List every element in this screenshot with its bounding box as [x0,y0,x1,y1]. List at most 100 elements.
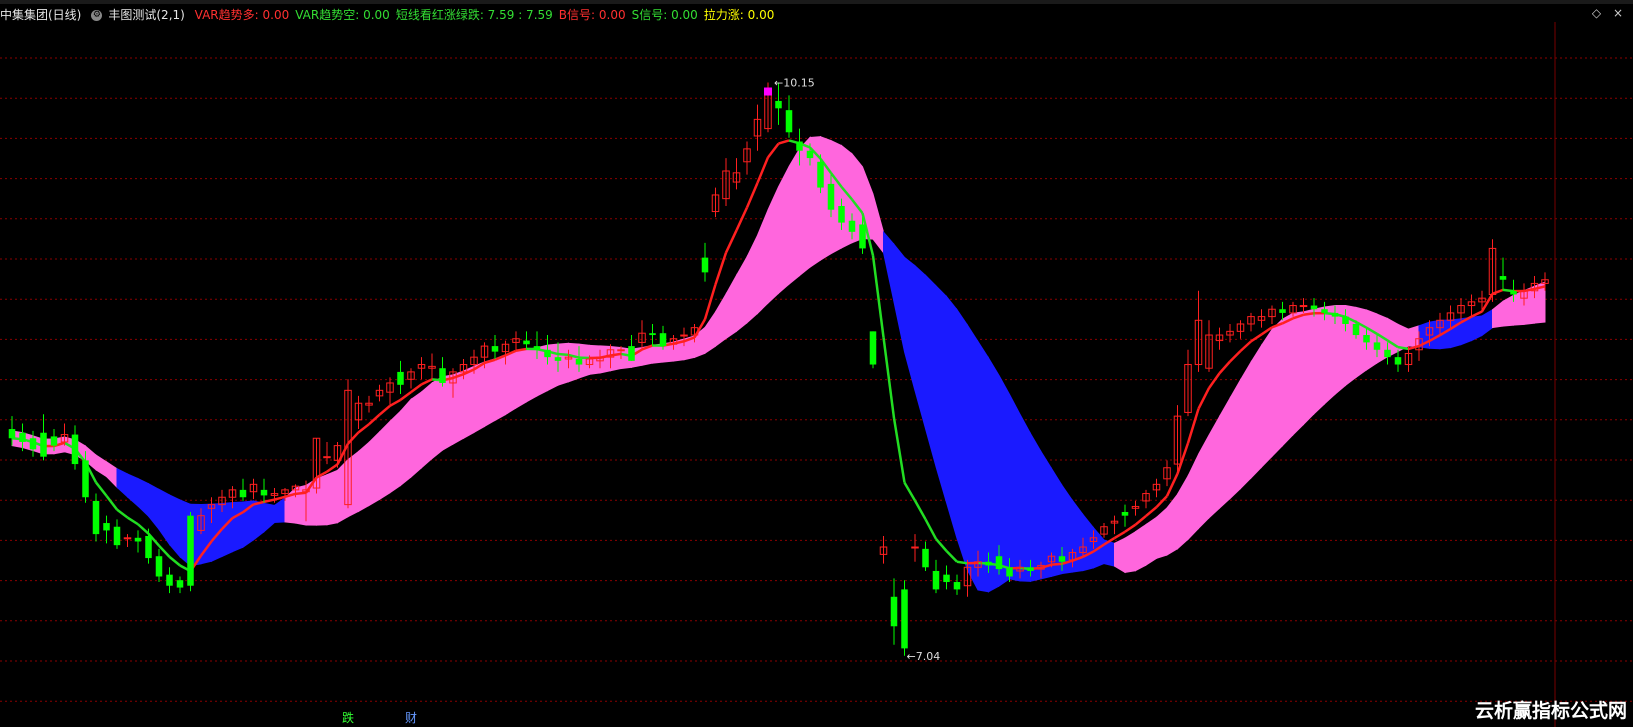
trend-band-segment [914,264,926,429]
trend-band-segment [442,374,454,451]
candle-body [260,489,268,496]
trend-band-segment [127,473,139,508]
candle-body [176,580,184,588]
trend-band-segment [1240,360,1252,490]
trend-band-segment [1429,319,1441,350]
candle-body [838,206,845,223]
trend-line-segment [1124,523,1137,533]
candle-body [1279,309,1286,313]
trend-band-segment [872,193,884,255]
candle-body [775,100,782,109]
trend-band-segment [1303,308,1315,426]
trend-line-segment [1197,387,1211,410]
trend-band-segment [221,501,233,558]
trend-band-segment [799,136,811,277]
trend-band-segment [767,186,779,305]
candle-body [166,574,173,586]
trend-band-segment [400,398,412,487]
candle-body [8,429,16,439]
candle-body [1331,312,1339,317]
trend-band-segment [1208,414,1220,519]
candle-body [901,589,908,649]
candle-body [806,150,814,159]
trend-band-segment [484,358,496,428]
candlestick-chart[interactable]: ←10.15 ←7.04 跌 财 [0,0,1633,727]
trend-line-segment [295,491,307,496]
trend-band-segment [736,254,748,333]
trend-band-segment [998,375,1010,588]
trend-band-segment [274,497,286,524]
candle-body [103,523,110,531]
trend-line-segment [378,404,391,416]
candle-body [1310,305,1318,310]
candle-body [491,346,499,352]
trend-line-segment [105,495,118,511]
candle-body [92,500,100,535]
candle-body [785,110,793,133]
candle-body [439,368,446,383]
trend-band-segment [1009,394,1021,582]
candle-body [155,556,163,577]
trend-band-segment [1187,454,1199,541]
trend-band-segment [1145,516,1157,567]
candle-body [659,333,667,347]
candle-body [523,340,530,345]
bottom-label-0: 跌 [342,710,354,725]
trend-band-segment [1166,492,1178,556]
candle-body [701,257,709,273]
trend-line-segment [410,383,423,394]
trend-band-segment [746,235,758,324]
trend-line-segment [871,255,885,338]
trend-band-segment [253,500,265,541]
candle-body [1384,349,1391,358]
trend-line-segment [882,336,896,419]
candle-body [1299,305,1308,308]
candle-body [145,535,152,559]
candle-body [911,546,919,549]
candle-body [82,460,89,498]
candle-body [827,183,835,210]
trend-band-segment [757,209,769,315]
candle-body [1321,309,1328,313]
trend-band-segment [1156,506,1168,559]
trend-line-segment [924,518,938,540]
candle-body [1373,342,1381,350]
trend-line-segment [168,555,181,567]
trend-line-segment [1480,293,1494,313]
trend-band-segment [1082,513,1094,572]
trend-line-segment [1051,562,1063,566]
trend-band-segment [935,284,947,503]
trend-line-segment [1207,372,1221,389]
candle-body [848,220,856,232]
trend-band-segment [169,494,181,559]
candle-body [533,346,541,350]
trend-band-segment [347,450,359,518]
trend-line-segment [1250,333,1263,343]
trend-band-segment [316,474,328,526]
trend-band-segment [1471,315,1483,342]
trend-band-segment [1124,530,1136,573]
trend-band-segment [515,348,527,409]
trend-line-segment [347,431,360,445]
trend-band-segment [967,323,979,591]
trend-line-segment [126,516,139,526]
trend-band-segment [1502,294,1514,327]
trend-band-segment [1492,300,1504,329]
trend-band-segment [1040,449,1052,580]
candle-body [649,333,656,336]
trend-line-segment [913,500,927,520]
trend-line-segment [137,523,150,535]
trend-band-segment [1219,396,1231,510]
trend-band-segment [1019,413,1031,582]
trend-band-segment [977,339,989,593]
trend-band-segment [463,365,475,440]
candle-body [995,556,1003,570]
candle-body [985,561,992,566]
trend-line-segment [1492,288,1504,295]
trend-line-segment [745,182,759,209]
trend-line-segment [610,352,622,357]
peak-marker [764,87,772,96]
trend-band-segment [1408,325,1420,348]
trend-line-segment [778,139,790,145]
trend-band-segment [1250,343,1262,480]
